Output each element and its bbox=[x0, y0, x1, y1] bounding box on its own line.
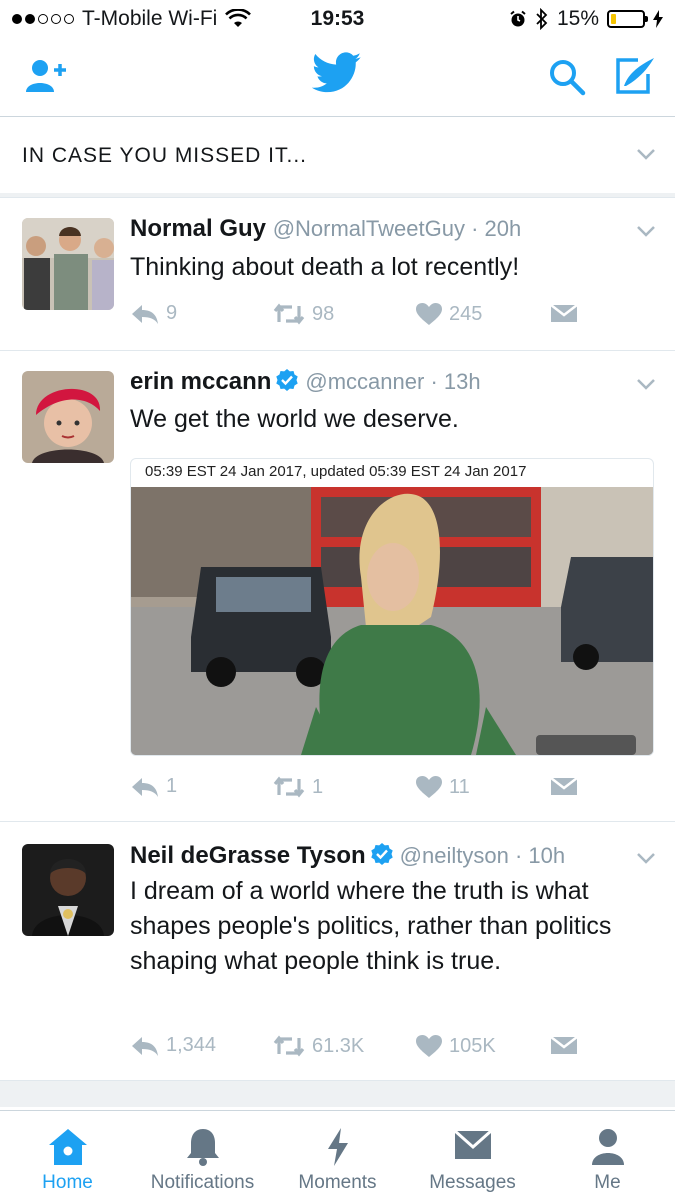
bottom-tab-bar: Home Notifications Moments Messages Me bbox=[0, 1110, 675, 1201]
retweet-icon bbox=[273, 776, 305, 798]
reply-button[interactable]: 1,344 bbox=[130, 1034, 216, 1057]
avatar[interactable] bbox=[22, 371, 114, 463]
add-user-icon[interactable] bbox=[24, 58, 70, 94]
tweet-actions: 9 98 245 bbox=[130, 302, 650, 332]
envelope-icon bbox=[550, 777, 578, 795]
author-name[interactable]: Neil deGrasse Tyson bbox=[130, 842, 366, 869]
like-button[interactable]: 245 bbox=[415, 302, 482, 326]
tweet-actions: 1,344 61.3K 105K bbox=[130, 1034, 650, 1064]
battery-percent: 15% bbox=[556, 7, 599, 30]
retweet-count: 98 bbox=[312, 302, 335, 325]
verified-badge-icon bbox=[370, 843, 393, 865]
retweet-count: 61.3K bbox=[312, 1034, 365, 1057]
retweet-button[interactable]: 61.3K bbox=[272, 1034, 364, 1058]
status-bar: T-Mobile Wi-Fi 19:53 15% bbox=[0, 0, 675, 38]
alarm-icon bbox=[510, 10, 526, 27]
retweet-icon bbox=[273, 1035, 305, 1057]
section-title: IN CASE YOU MISSED IT... bbox=[22, 144, 308, 167]
like-count: 245 bbox=[449, 302, 483, 325]
envelope-icon bbox=[550, 1036, 578, 1054]
tab-label: Messages bbox=[429, 1172, 516, 1193]
envelope-icon bbox=[550, 304, 578, 322]
author-name[interactable]: Normal Guy bbox=[130, 215, 266, 242]
tab-label: Notifications bbox=[150, 1172, 255, 1193]
reply-icon bbox=[132, 777, 158, 797]
envelope-icon bbox=[453, 1129, 492, 1159]
tweet-time: 10h bbox=[528, 843, 566, 868]
reply-button[interactable]: 1 bbox=[130, 775, 177, 798]
reply-count: 1,344 bbox=[166, 1034, 217, 1056]
heart-icon bbox=[416, 1035, 442, 1057]
twitter-bird-logo[interactable] bbox=[312, 52, 362, 94]
tweet-time: 20h bbox=[484, 216, 522, 241]
tweet[interactable]: erin mccann @mccanner · 13h We get the wo… bbox=[0, 351, 675, 822]
tab-moments[interactable]: Moments bbox=[270, 1111, 405, 1201]
media-caption: 05:39 EST 24 Jan 2017, updated 05:39 EST… bbox=[145, 463, 527, 480]
reply-icon bbox=[132, 304, 158, 324]
status-right: 15% bbox=[509, 7, 663, 31]
timeline-divider bbox=[0, 1080, 675, 1107]
retweet-count: 1 bbox=[312, 775, 324, 798]
tweet-time: 13h bbox=[443, 369, 481, 394]
street-photo bbox=[131, 487, 653, 755]
reply-count: 9 bbox=[166, 302, 178, 324]
like-button[interactable]: 11 bbox=[415, 775, 470, 799]
verified-badge-icon bbox=[276, 369, 299, 391]
chevron-down-icon[interactable] bbox=[636, 851, 656, 865]
chevron-down-icon[interactable] bbox=[636, 147, 656, 161]
tweet[interactable]: Normal Guy @NormalTweetGuy · 20h Thinkin… bbox=[0, 198, 675, 351]
tab-notifications[interactable]: Notifications bbox=[135, 1111, 270, 1201]
bluetooth-icon bbox=[536, 8, 548, 30]
chevron-down-icon[interactable] bbox=[636, 224, 656, 238]
tweet-text: We get the world we deserve. bbox=[130, 405, 459, 433]
like-button[interactable]: 105K bbox=[415, 1034, 496, 1058]
tweet-actions: 1 1 11 bbox=[130, 775, 650, 805]
direct-message-button[interactable] bbox=[550, 775, 578, 797]
tweet-media-image[interactable]: 05:39 EST 24 Jan 2017, updated 05:39 EST… bbox=[130, 458, 654, 756]
direct-message-button[interactable] bbox=[550, 1034, 578, 1056]
section-header[interactable]: IN CASE YOU MISSED IT... bbox=[0, 117, 675, 194]
battery-icon bbox=[607, 10, 648, 28]
author-handle[interactable]: @neiltyson bbox=[400, 843, 509, 868]
tab-home[interactable]: Home bbox=[0, 1111, 135, 1201]
charging-bolt-icon bbox=[653, 10, 663, 28]
author-handle[interactable]: @mccanner bbox=[305, 369, 424, 394]
tweet-header: Normal Guy @NormalTweetGuy · 20h bbox=[130, 215, 522, 242]
avatar[interactable] bbox=[22, 218, 114, 310]
tab-me[interactable]: Me bbox=[540, 1111, 675, 1201]
reply-button[interactable]: 9 bbox=[130, 302, 177, 325]
retweet-button[interactable]: 1 bbox=[272, 775, 323, 799]
author-handle[interactable]: @NormalTweetGuy bbox=[273, 216, 465, 241]
retweet-icon bbox=[273, 303, 305, 325]
heart-icon bbox=[416, 303, 442, 325]
tab-messages[interactable]: Messages bbox=[405, 1111, 540, 1201]
like-count: 105K bbox=[449, 1034, 496, 1057]
author-name[interactable]: erin mccann bbox=[130, 368, 271, 395]
home-icon bbox=[48, 1129, 87, 1165]
top-nav-bar bbox=[0, 38, 675, 117]
compose-tweet-icon[interactable] bbox=[614, 56, 656, 96]
tweet-text: Thinking about death a lot recently! bbox=[130, 253, 520, 281]
tweet-header: Neil deGrasse Tyson @neiltyson · 10h bbox=[130, 842, 566, 869]
avatar[interactable] bbox=[22, 844, 114, 936]
tab-label: Me bbox=[594, 1172, 621, 1193]
heart-icon bbox=[416, 776, 442, 798]
reply-count: 1 bbox=[166, 775, 178, 797]
tweet-text: I dream of a world where the truth is wh… bbox=[130, 877, 612, 975]
like-count: 11 bbox=[449, 775, 470, 798]
tweet[interactable]: Neil deGrasse Tyson @neiltyson · 10h I dr… bbox=[0, 822, 675, 1080]
tweet-header: erin mccann @mccanner · 13h bbox=[130, 368, 481, 395]
lightning-icon bbox=[327, 1128, 348, 1166]
chevron-down-icon[interactable] bbox=[636, 377, 656, 391]
search-icon[interactable] bbox=[548, 58, 586, 96]
person-icon bbox=[591, 1129, 624, 1165]
direct-message-button[interactable] bbox=[550, 302, 578, 324]
tab-label: Home bbox=[42, 1172, 93, 1193]
bell-icon bbox=[186, 1129, 219, 1166]
tab-label: Moments bbox=[298, 1172, 377, 1193]
reply-icon bbox=[132, 1036, 158, 1056]
retweet-button[interactable]: 98 bbox=[272, 302, 334, 326]
